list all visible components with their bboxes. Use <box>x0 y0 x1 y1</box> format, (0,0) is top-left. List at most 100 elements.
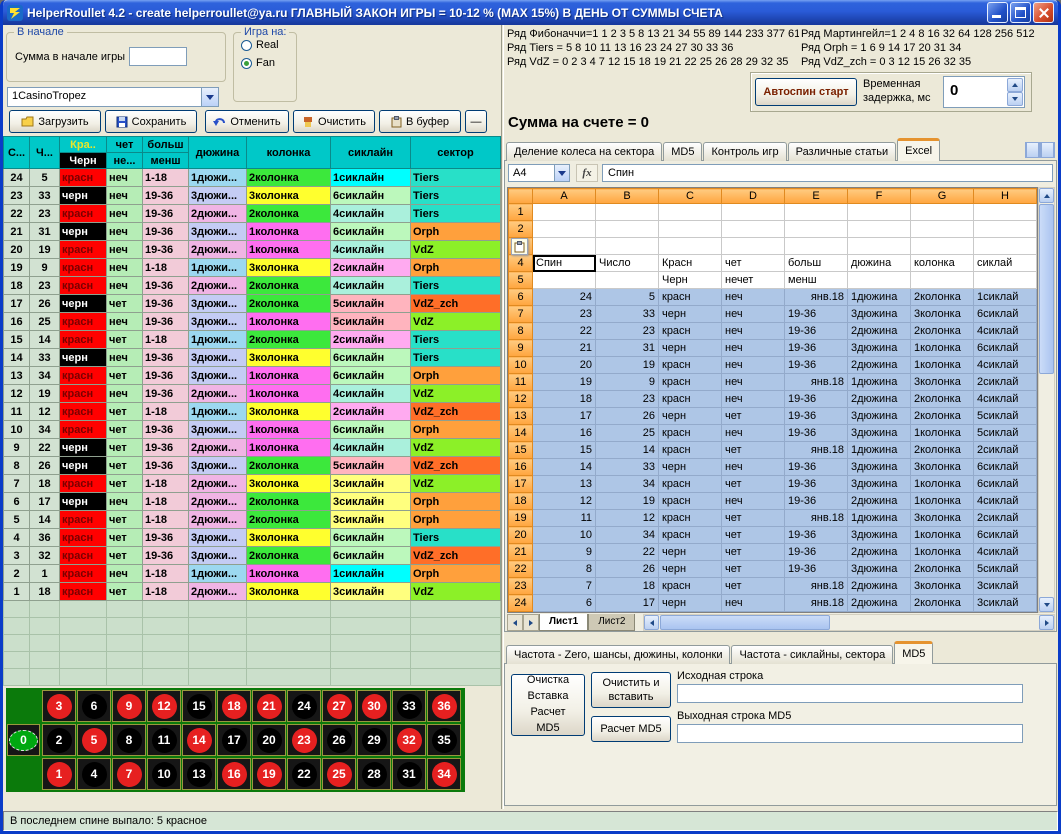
roulette-number-16[interactable]: 16 <box>217 758 251 790</box>
cell-A1[interactable] <box>533 204 596 221</box>
hscroll-left-button[interactable] <box>644 615 659 630</box>
save-button[interactable]: Сохранить <box>105 110 197 133</box>
cell-E20[interactable]: 19-36 <box>785 527 848 544</box>
cell-H21[interactable]: 4сиклай <box>974 544 1037 561</box>
cell-C19[interactable]: красн <box>659 510 722 527</box>
cell-H11[interactable]: 2сиклай <box>974 374 1037 391</box>
cell-D20[interactable]: чет <box>722 527 785 544</box>
cell-F16[interactable]: 3дюжина <box>848 459 911 476</box>
cell-A16[interactable]: 14 <box>533 459 596 476</box>
cell-B24[interactable]: 17 <box>596 595 659 612</box>
cell-G2[interactable] <box>911 221 974 238</box>
roulette-number-29[interactable]: 29 <box>357 724 391 756</box>
cell-G17[interactable]: 1колонка <box>911 476 974 493</box>
cell-G13[interactable]: 2колонка <box>911 408 974 425</box>
row-header-20[interactable]: 20 <box>509 527 533 544</box>
cell-E10[interactable]: 19-36 <box>785 357 848 374</box>
row-header-21[interactable]: 21 <box>509 544 533 561</box>
roulette-number-4[interactable]: 4 <box>77 758 111 790</box>
hscroll-right-button[interactable] <box>1039 615 1054 630</box>
col-header-A[interactable]: A <box>533 189 596 204</box>
cell-E22[interactable]: 19-36 <box>785 561 848 578</box>
cell-H8[interactable]: 4сиклай <box>974 323 1037 340</box>
col-header-C[interactable]: C <box>659 189 722 204</box>
cell-C16[interactable]: черн <box>659 459 722 476</box>
col-header-F[interactable]: F <box>848 189 911 204</box>
delay-spinner[interactable]: 0 <box>943 76 1025 108</box>
cell-B17[interactable]: 34 <box>596 476 659 493</box>
cell-B19[interactable]: 12 <box>596 510 659 527</box>
roulette-number-11[interactable]: 11 <box>147 724 181 756</box>
radio-icon[interactable] <box>241 58 252 69</box>
row-header-18[interactable]: 18 <box>509 493 533 510</box>
cell-F9[interactable]: 3дюжина <box>848 340 911 357</box>
col-header-B[interactable]: B <box>596 189 659 204</box>
roulette-number-27[interactable]: 27 <box>322 690 356 722</box>
cell-B21[interactable]: 22 <box>596 544 659 561</box>
cell-D9[interactable]: неч <box>722 340 785 357</box>
cell-D7[interactable]: неч <box>722 306 785 323</box>
cell-G12[interactable]: 2колонка <box>911 391 974 408</box>
cell-H5[interactable] <box>974 272 1037 289</box>
cell-G8[interactable]: 2колонка <box>911 323 974 340</box>
cell-H12[interactable]: 4сиклай <box>974 391 1037 408</box>
cell-A5[interactable] <box>533 272 596 289</box>
row-header-9[interactable]: 9 <box>509 340 533 357</box>
cell-D1[interactable] <box>722 204 785 221</box>
cell-E2[interactable] <box>785 221 848 238</box>
roulette-number-13[interactable]: 13 <box>182 758 216 790</box>
cell-G23[interactable]: 3колонка <box>911 578 974 595</box>
cell-D18[interactable]: неч <box>722 493 785 510</box>
cell-A24[interactable]: 6 <box>533 595 596 612</box>
cell-B3[interactable] <box>596 238 659 255</box>
cell-B5[interactable] <box>596 272 659 289</box>
col-header-E[interactable]: E <box>785 189 848 204</box>
formula-field[interactable]: Спин <box>602 164 1053 182</box>
cell-E12[interactable]: 19-36 <box>785 391 848 408</box>
cell-C9[interactable]: черн <box>659 340 722 357</box>
roulette-number-12[interactable]: 12 <box>147 690 181 722</box>
roulette-number-23[interactable]: 23 <box>287 724 321 756</box>
cell-C13[interactable]: черн <box>659 408 722 425</box>
cell-A13[interactable]: 17 <box>533 408 596 425</box>
cell-C25[interactable]: красн <box>659 612 722 614</box>
cell-E25[interactable]: янв.18 <box>785 612 848 614</box>
row-header-16[interactable]: 16 <box>509 459 533 476</box>
cell-H15[interactable]: 2сиклай <box>974 442 1037 459</box>
minimize-button[interactable] <box>987 2 1008 23</box>
cell-F25[interactable]: 2дюжина <box>848 612 911 614</box>
cell-F24[interactable]: 2дюжина <box>848 595 911 612</box>
cell-F1[interactable] <box>848 204 911 221</box>
roulette-number-6[interactable]: 6 <box>77 690 111 722</box>
sheet-nav-right-button[interactable] <box>523 614 539 631</box>
cell-D17[interactable]: чет <box>722 476 785 493</box>
cell-B10[interactable]: 19 <box>596 357 659 374</box>
cell-B2[interactable] <box>596 221 659 238</box>
cell-G24[interactable]: 2колонка <box>911 595 974 612</box>
roulette-number-18[interactable]: 18 <box>217 690 251 722</box>
cell-H10[interactable]: 4сиклай <box>974 357 1037 374</box>
cell-E13[interactable]: 19-36 <box>785 408 848 425</box>
cell-G4[interactable]: колонка <box>911 255 974 272</box>
load-button[interactable]: Загрузить <box>9 110 101 133</box>
row-header-6[interactable]: 6 <box>509 289 533 306</box>
cell-D11[interactable]: неч <box>722 374 785 391</box>
cell-C21[interactable]: черн <box>659 544 722 561</box>
bottom-tab-2[interactable]: MD5 <box>894 641 933 664</box>
cell-F6[interactable]: 1дюжина <box>848 289 911 306</box>
cell-A22[interactable]: 8 <box>533 561 596 578</box>
grid-corner[interactable] <box>509 189 533 204</box>
cell-B12[interactable]: 23 <box>596 391 659 408</box>
roulette-number-17[interactable]: 17 <box>217 724 251 756</box>
bottom-tab-0[interactable]: Частота - Zero, шансы, дюжины, колонки <box>506 645 730 664</box>
cell-G14[interactable]: 1колонка <box>911 425 974 442</box>
cell-B6[interactable]: 5 <box>596 289 659 306</box>
roulette-number-32[interactable]: 32 <box>392 724 426 756</box>
cell-H9[interactable]: 6сиклай <box>974 340 1037 357</box>
cell-A25[interactable]: 5 <box>533 612 596 614</box>
roulette-number-0[interactable]: 0 <box>7 724 40 756</box>
cell-G25[interactable]: 2колонка <box>911 612 974 614</box>
row-header-13[interactable]: 13 <box>509 408 533 425</box>
clear-button[interactable]: Очистить <box>293 110 375 133</box>
cell-D14[interactable]: неч <box>722 425 785 442</box>
